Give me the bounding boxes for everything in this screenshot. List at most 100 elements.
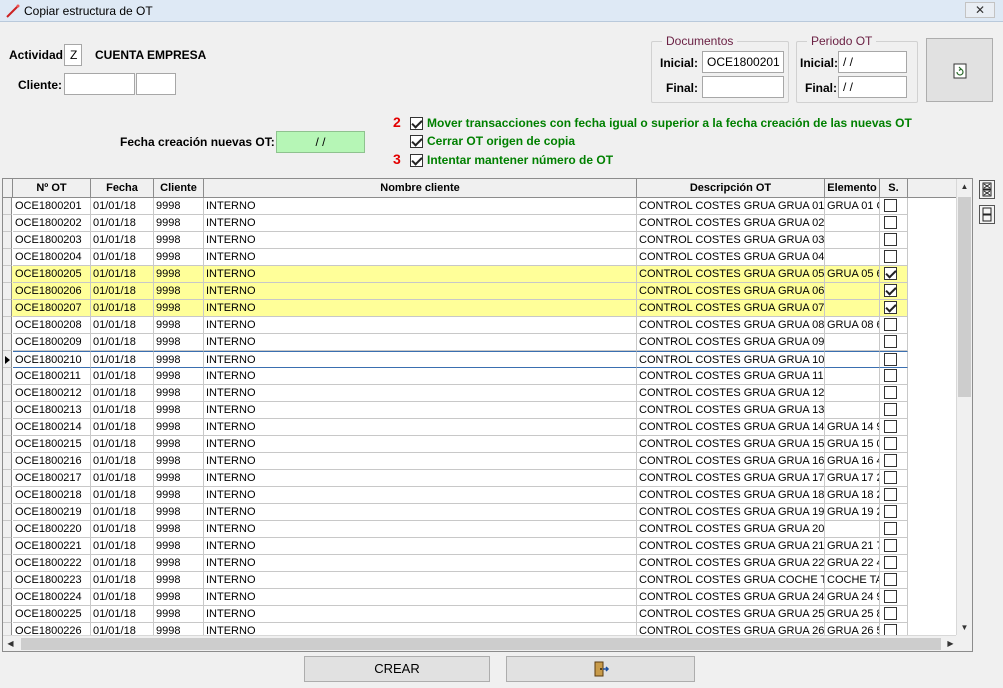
row-selector[interactable]	[3, 504, 12, 521]
cell-cliente[interactable]: 9998	[154, 555, 204, 572]
cell-nombre-cliente[interactable]: INTERNO	[204, 487, 637, 504]
cell-fecha[interactable]: 01/01/18	[91, 198, 154, 215]
cell-num-ot[interactable]: OCE1800217	[13, 470, 91, 487]
cell-descripcion-ot[interactable]: CONTROL COSTES GRUA GRUA 07 - ...	[637, 300, 825, 317]
periodo-final-field[interactable]: / /	[838, 76, 907, 98]
cell-num-ot[interactable]: OCE1800219	[13, 504, 91, 521]
row-select-checkbox[interactable]	[884, 403, 897, 416]
cell-num-ot[interactable]: OCE1800201	[13, 198, 91, 215]
row-select-checkbox[interactable]	[884, 301, 897, 314]
cell-cliente[interactable]: 9998	[154, 368, 204, 385]
cell-nombre-cliente[interactable]: INTERNO	[204, 521, 637, 538]
cell-descripcion-ot[interactable]: CONTROL COSTES GRUA GRUA 01 CAR	[637, 198, 825, 215]
cell-cliente[interactable]: 9998	[154, 198, 204, 215]
cell-s[interactable]	[880, 300, 908, 317]
cell-cliente[interactable]: 9998	[154, 385, 204, 402]
row-select-checkbox[interactable]	[884, 454, 897, 467]
cell-num-ot[interactable]: OCE1800205	[13, 266, 91, 283]
cell-elemento[interactable]: GRUA 21 72	[825, 538, 880, 555]
row-select-checkbox[interactable]	[884, 369, 897, 382]
cell-elemento[interactable]	[825, 351, 880, 368]
cell-cliente[interactable]: 9998	[154, 232, 204, 249]
table-row[interactable]: OCE1800201 01/01/18 9998 INTERNO CONTROL COS…	[3, 198, 908, 215]
cell-s[interactable]	[880, 487, 908, 504]
cell-num-ot[interactable]: OCE1800208	[13, 317, 91, 334]
cell-elemento[interactable]: GRUA 22 49	[825, 555, 880, 572]
row-selector[interactable]	[3, 317, 12, 334]
cell-nombre-cliente[interactable]: INTERNO	[204, 198, 637, 215]
row-selector[interactable]	[3, 368, 12, 385]
table-row[interactable]: OCE1800211 01/01/18 9998 INTERNO CONTROL COS…	[3, 368, 908, 385]
cell-num-ot[interactable]: OCE1800202	[13, 215, 91, 232]
cell-s[interactable]	[880, 385, 908, 402]
option-mover-transacciones[interactable]: Mover transacciones con fecha igual o su…	[410, 115, 912, 131]
cell-num-ot[interactable]: OCE1800221	[13, 538, 91, 555]
row-selector[interactable]	[3, 385, 12, 402]
row-selector[interactable]	[3, 572, 12, 589]
cell-s[interactable]	[880, 555, 908, 572]
row-select-checkbox[interactable]	[884, 573, 897, 586]
row-select-checkbox[interactable]	[884, 318, 897, 331]
cell-num-ot[interactable]: OCE1800210	[13, 351, 91, 368]
cell-nombre-cliente[interactable]: INTERNO	[204, 351, 637, 368]
refresh-button[interactable]	[926, 38, 993, 102]
cell-fecha[interactable]: 01/01/18	[91, 436, 154, 453]
table-row[interactable]: OCE1800207 01/01/18 9998 INTERNO CONTROL COS…	[3, 300, 908, 317]
cell-s[interactable]	[880, 419, 908, 436]
cell-cliente[interactable]: 9998	[154, 606, 204, 623]
row-select-checkbox[interactable]	[884, 199, 897, 212]
table-row[interactable]: OCE1800214 01/01/18 9998 INTERNO CONTROL COS…	[3, 419, 908, 436]
cliente-field-2[interactable]	[136, 73, 176, 95]
vertical-scrollbar[interactable]: ▲ ▼	[956, 179, 972, 636]
table-row[interactable]: OCE1800222 01/01/18 9998 INTERNO CONTROL COS…	[3, 555, 908, 572]
ot-grid[interactable]: Nº OT Fecha Cliente Nombre cliente Descr…	[2, 178, 973, 652]
row-select-checkbox[interactable]	[884, 471, 897, 484]
cell-s[interactable]	[880, 334, 908, 351]
cell-num-ot[interactable]: OCE1800213	[13, 402, 91, 419]
row-select-checkbox[interactable]	[884, 607, 897, 620]
cell-elemento[interactable]: GRUA 05 65	[825, 266, 880, 283]
row-selector[interactable]	[3, 402, 12, 419]
cell-fecha[interactable]: 01/01/18	[91, 215, 154, 232]
cell-s[interactable]	[880, 198, 908, 215]
row-selector[interactable]	[3, 538, 12, 555]
header-descripcion-ot[interactable]: Descripción OT	[637, 179, 825, 198]
select-all-button[interactable]	[979, 180, 995, 199]
cell-fecha[interactable]: 01/01/18	[91, 589, 154, 606]
cell-nombre-cliente[interactable]: INTERNO	[204, 436, 637, 453]
cell-num-ot[interactable]: OCE1800209	[13, 334, 91, 351]
cell-nombre-cliente[interactable]: INTERNO	[204, 385, 637, 402]
row-select-checkbox[interactable]	[884, 437, 897, 450]
cell-nombre-cliente[interactable]: INTERNO	[204, 419, 637, 436]
cell-fecha[interactable]: 01/01/18	[91, 283, 154, 300]
cell-s[interactable]	[880, 266, 908, 283]
fecha-creacion-field[interactable]: / /	[276, 131, 365, 153]
table-row[interactable]: OCE1800205 01/01/18 9998 INTERNO CONTROL COS…	[3, 266, 908, 283]
periodo-inicial-field[interactable]: / /	[838, 51, 907, 73]
cell-num-ot[interactable]: OCE1800225	[13, 606, 91, 623]
cell-nombre-cliente[interactable]: INTERNO	[204, 300, 637, 317]
cell-nombre-cliente[interactable]: INTERNO	[204, 232, 637, 249]
close-button[interactable]: ✕	[965, 2, 995, 18]
cell-fecha[interactable]: 01/01/18	[91, 351, 154, 368]
cell-cliente[interactable]: 9998	[154, 317, 204, 334]
cell-cliente[interactable]: 9998	[154, 334, 204, 351]
cell-nombre-cliente[interactable]: INTERNO	[204, 589, 637, 606]
cell-num-ot[interactable]: OCE1800214	[13, 419, 91, 436]
cell-fecha[interactable]: 01/01/18	[91, 317, 154, 334]
row-selector[interactable]	[3, 215, 12, 232]
cell-s[interactable]	[880, 521, 908, 538]
cell-fecha[interactable]: 01/01/18	[91, 232, 154, 249]
cell-elemento[interactable]: GRUA 24 90	[825, 589, 880, 606]
cell-cliente[interactable]: 9998	[154, 283, 204, 300]
cell-s[interactable]	[880, 606, 908, 623]
documentos-final-field[interactable]	[702, 76, 784, 98]
cell-descripcion-ot[interactable]: CONTROL COSTES GRUA GRUA 02 - ...	[637, 215, 825, 232]
cell-s[interactable]	[880, 215, 908, 232]
cell-cliente[interactable]: 9998	[154, 215, 204, 232]
row-selector[interactable]	[3, 521, 12, 538]
table-row[interactable]: OCE1800203 01/01/18 9998 INTERNO CONTROL COS…	[3, 232, 908, 249]
table-row[interactable]: OCE1800210 01/01/18 9998 INTERNO CONTROL COS…	[3, 351, 956, 368]
cell-descripcion-ot[interactable]: CONTROL COSTES GRUA GRUA 13 50	[637, 402, 825, 419]
cell-fecha[interactable]: 01/01/18	[91, 249, 154, 266]
